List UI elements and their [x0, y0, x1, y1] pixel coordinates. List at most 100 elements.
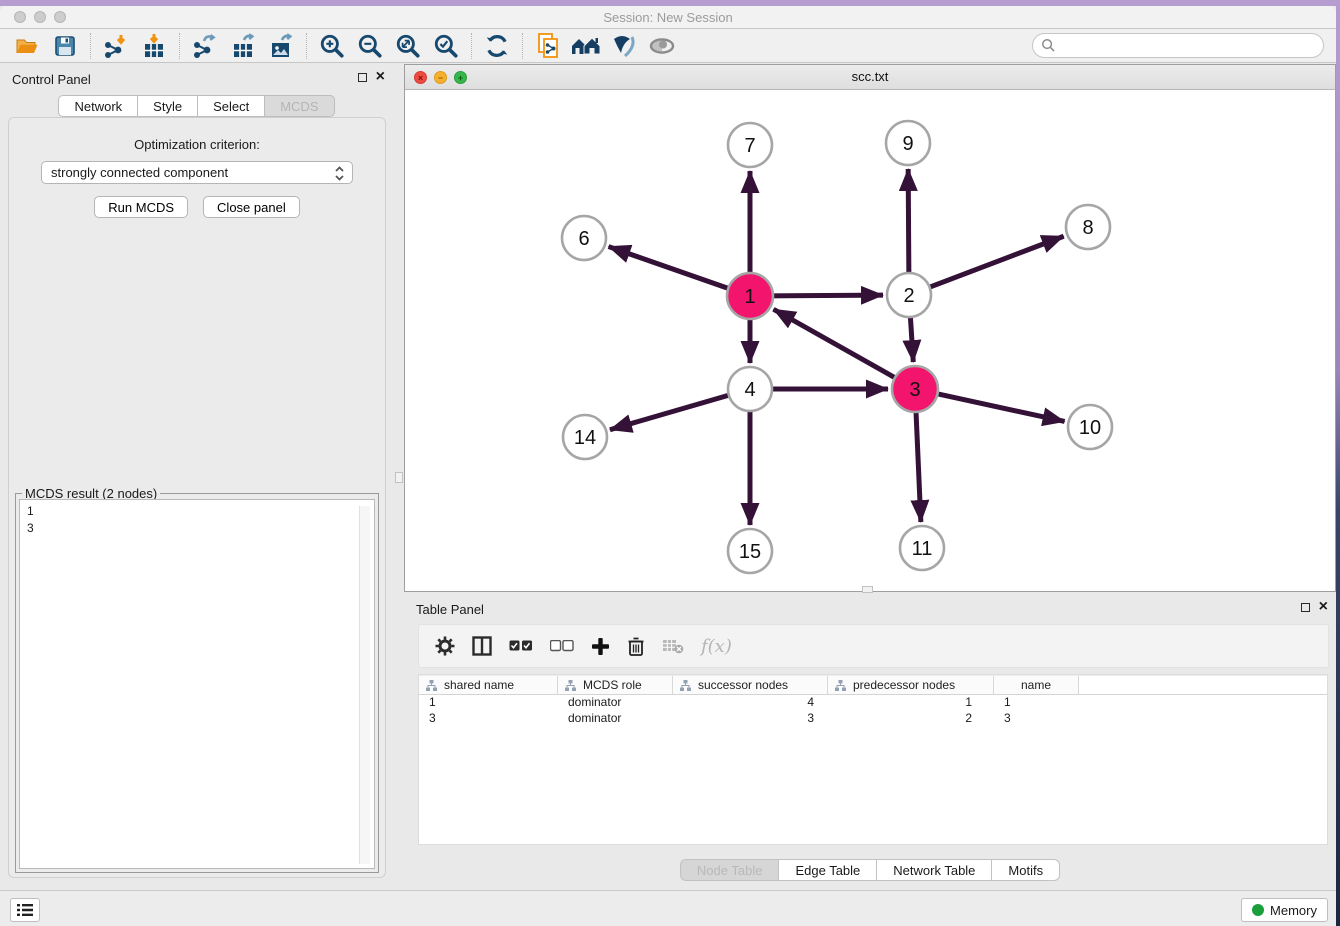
vertical-splitter-grip[interactable]	[395, 472, 403, 483]
table-cell[interactable]: 1	[828, 695, 994, 711]
table-cell[interactable]: 1	[419, 695, 558, 711]
memory-button[interactable]: Memory	[1241, 898, 1328, 922]
zoom-selected-button[interactable]	[427, 31, 465, 61]
tab-select[interactable]: Select	[197, 95, 265, 117]
mcds-result-box: MCDS result (2 nodes) 1 3	[15, 493, 379, 873]
delete-table-button[interactable]	[662, 638, 684, 654]
graph-edge-3-10[interactable]	[932, 393, 1065, 422]
mcds-result-list[interactable]: 1 3	[19, 499, 375, 869]
close-panel-icon[interactable]: ×	[1319, 601, 1328, 613]
task-history-button[interactable]	[10, 898, 40, 922]
show-view-button[interactable]	[643, 31, 681, 61]
graph-node-8[interactable]: 8	[1066, 205, 1110, 249]
table-row[interactable]: 1dominator411	[419, 695, 1327, 711]
column-header-name[interactable]: name	[994, 676, 1079, 694]
network-window-titlebar[interactable]: × − + scc.txt	[405, 65, 1335, 90]
float-panel-icon[interactable]	[358, 73, 367, 82]
mcds-result-item[interactable]: 3	[27, 520, 374, 537]
search-input[interactable]	[1056, 36, 1323, 56]
tab-motifs[interactable]: Motifs	[991, 859, 1060, 881]
tab-network[interactable]: Network	[58, 95, 138, 117]
graph-edge-4-14[interactable]	[610, 393, 735, 429]
column-header-successor-nodes[interactable]: successor nodes	[673, 676, 828, 694]
add-column-button[interactable]	[591, 637, 610, 656]
mcds-result-item[interactable]: 1	[27, 503, 374, 520]
tab-node-table[interactable]: Node Table	[680, 859, 780, 881]
column-header-predecessor-nodes[interactable]: predecessor nodes	[828, 676, 994, 694]
zoom-fit-button[interactable]	[389, 31, 427, 61]
global-search-field[interactable]	[1032, 33, 1324, 58]
graph-edge-1-6[interactable]	[609, 247, 734, 291]
table-cell[interactable]: 4	[673, 695, 828, 711]
svg-text:10: 10	[1079, 417, 1101, 439]
refresh-button[interactable]	[478, 31, 516, 61]
table-cell[interactable]: dominator	[558, 711, 673, 727]
column-header-mcds-role[interactable]: MCDS role	[558, 676, 673, 694]
zoom-out-button[interactable]	[351, 31, 389, 61]
graph-node-14[interactable]: 14	[563, 415, 607, 459]
export-image-button[interactable]	[262, 31, 300, 61]
window-title: Session: New Session	[0, 10, 1336, 25]
graph-edge-2-8[interactable]	[924, 236, 1064, 289]
close-panel-icon[interactable]: ×	[376, 71, 385, 83]
table-cell[interactable]: dominator	[558, 695, 673, 711]
table-row[interactable]: 3dominator323	[419, 711, 1327, 727]
zoom-in-button[interactable]	[313, 31, 351, 61]
node-table-header: shared name MCDS role successor nodes pr…	[419, 675, 1327, 695]
graph-edge-2-3[interactable]	[910, 311, 913, 362]
table-panel: Table Panel ×	[404, 594, 1336, 890]
export-table-button[interactable]	[224, 31, 262, 61]
graph-node-6[interactable]: 6	[562, 216, 606, 260]
export-network-button[interactable]	[186, 31, 224, 61]
columns-icon	[472, 636, 492, 656]
table-cell[interactable]: 3	[419, 711, 558, 727]
graph-node-15[interactable]: 15	[728, 529, 772, 573]
tab-edge-table[interactable]: Edge Table	[778, 859, 877, 881]
criterion-dropdown[interactable]: strongly connected component	[41, 161, 353, 184]
close-panel-button[interactable]: Close panel	[203, 196, 300, 218]
save-session-button[interactable]	[46, 31, 84, 61]
graph-node-1[interactable]: 1	[727, 273, 773, 319]
network-window-title: scc.txt	[405, 69, 1335, 84]
column-header-shared-name[interactable]: shared name	[419, 676, 558, 694]
float-panel-icon[interactable]	[1301, 603, 1310, 612]
table-cell[interactable]: 3	[994, 711, 1079, 727]
table-cell[interactable]: 3	[673, 711, 828, 727]
control-panel: Control Panel × Network Style Select MCD…	[0, 64, 393, 890]
table-cell[interactable]: 1	[994, 695, 1079, 711]
deselect-all-columns-button[interactable]	[550, 640, 574, 652]
run-mcds-button[interactable]: Run MCDS	[94, 196, 188, 218]
graph-node-2[interactable]: 2	[887, 273, 931, 317]
tab-mcds[interactable]: MCDS	[264, 95, 334, 117]
graph-node-4[interactable]: 4	[728, 367, 772, 411]
table-cell[interactable]: 2	[828, 711, 994, 727]
toolbar-separator	[179, 33, 180, 59]
select-all-columns-button[interactable]	[509, 640, 533, 652]
graph-node-9[interactable]: 9	[886, 121, 930, 165]
graph-node-7[interactable]: 7	[728, 123, 772, 167]
hide-details-button[interactable]	[605, 31, 643, 61]
open-session-button[interactable]	[8, 31, 46, 61]
graph-node-3[interactable]: 3	[892, 366, 938, 412]
network-canvas[interactable]: 7 9 6 8 1 2 4 3 14 10 15 11	[405, 90, 1335, 591]
import-table-button[interactable]	[135, 31, 173, 61]
toolbar-separator	[522, 33, 523, 59]
import-network-button[interactable]	[97, 31, 135, 61]
horizontal-splitter-grip[interactable]	[862, 586, 873, 593]
graph-node-11[interactable]: 11	[900, 526, 944, 570]
network-graph-svg[interactable]: 7 9 6 8 1 2 4 3 14 10 15 11	[405, 90, 1335, 591]
graph-edge-2-9[interactable]	[908, 169, 909, 279]
tab-style[interactable]: Style	[137, 95, 198, 117]
graph-node-10[interactable]: 10	[1068, 405, 1112, 449]
table-settings-button[interactable]	[435, 636, 455, 656]
result-scrollbar[interactable]	[359, 506, 370, 864]
function-builder-button[interactable]: f(x)	[701, 636, 732, 657]
graph-edge-3-11[interactable]	[916, 406, 921, 522]
delete-column-button[interactable]	[627, 636, 645, 656]
show-columns-button[interactable]	[472, 636, 492, 656]
clone-network-button[interactable]	[529, 31, 567, 61]
home-button[interactable]	[567, 31, 605, 61]
graph-edge-1-2[interactable]	[767, 295, 883, 296]
tab-network-table[interactable]: Network Table	[876, 859, 992, 881]
graph-edge-3-1[interactable]	[774, 309, 901, 380]
